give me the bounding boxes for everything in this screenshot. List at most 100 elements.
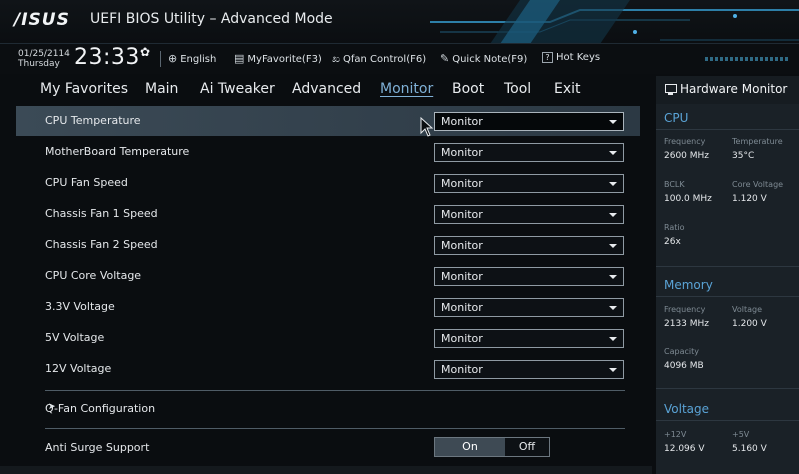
dropdown-value: Monitor bbox=[441, 270, 483, 283]
monitor-dropdown[interactable]: Monitor bbox=[434, 143, 624, 162]
setting-row-5v-voltage[interactable]: 5V Voltage Monitor bbox=[16, 323, 640, 353]
chevron-down-icon bbox=[609, 151, 617, 155]
hw-monitor-title: Hardware Monitor bbox=[680, 82, 788, 96]
memory-section-title: Memory bbox=[664, 278, 713, 292]
language-button[interactable]: ⊕ English bbox=[168, 52, 216, 65]
cpu-frequency-value: 2600 MHz bbox=[664, 151, 710, 161]
monitor-dropdown[interactable]: Monitor bbox=[434, 329, 624, 348]
chevron-down-icon bbox=[609, 337, 617, 341]
setting-label: Chassis Fan 1 Speed bbox=[45, 207, 158, 220]
myfavorite-label: MyFavorite(F3) bbox=[247, 54, 322, 65]
tab-advanced[interactable]: Advanced bbox=[292, 81, 361, 97]
hot-keys-button[interactable]: ? Hot Keys bbox=[542, 52, 600, 63]
setting-label: CPU Temperature bbox=[45, 114, 141, 127]
title-bar: /ISUS UEFI BIOS Utility – Advanced Mode bbox=[0, 0, 799, 44]
core-voltage-value: 1.120 V bbox=[732, 194, 767, 204]
dropdown-value: Monitor bbox=[441, 332, 483, 345]
cpu-temperature-label: Temperature bbox=[732, 137, 783, 146]
section-divider bbox=[656, 420, 799, 421]
setting-label: CPU Fan Speed bbox=[45, 176, 128, 189]
memory-capacity-label: Capacity bbox=[664, 347, 699, 356]
monitor-icon bbox=[665, 84, 677, 95]
dropdown-value: Monitor bbox=[441, 177, 483, 190]
setting-label: CPU Core Voltage bbox=[45, 269, 142, 282]
monitor-dropdown[interactable]: Monitor bbox=[434, 236, 624, 255]
dot-decoration bbox=[705, 57, 789, 61]
chevron-down-icon bbox=[609, 120, 617, 124]
monitor-settings-list: CPU Temperature Monitor MotherBoard Temp… bbox=[0, 104, 652, 474]
monitor-dropdown[interactable]: Monitor bbox=[434, 298, 624, 317]
monitor-dropdown[interactable]: Monitor bbox=[434, 112, 624, 131]
date-text: 01/25/2114 bbox=[18, 49, 70, 59]
divider bbox=[45, 390, 625, 391]
qfan-config-label: Q-Fan Configuration bbox=[45, 402, 156, 415]
cpu-frequency-label: Frequency bbox=[664, 137, 706, 146]
section-divider bbox=[656, 266, 799, 267]
qfan-control-button[interactable]: ಖ Qfan Control(F6) bbox=[332, 52, 426, 66]
core-voltage-label: Core Voltage bbox=[732, 180, 784, 189]
ratio-label: Ratio bbox=[664, 223, 685, 232]
memory-frequency-value: 2133 MHz bbox=[664, 319, 710, 329]
5v-value: 5.160 V bbox=[732, 444, 767, 454]
hw-monitor-header: Hardware Monitor bbox=[656, 76, 799, 104]
tab-exit[interactable]: Exit bbox=[554, 81, 581, 97]
setting-label: 12V Voltage bbox=[45, 362, 112, 375]
hardware-monitor-panel: Hardware Monitor CPU Frequency 2600 MHz … bbox=[656, 76, 799, 474]
qfan-configuration-link[interactable]: ➤ Q-Fan Configuration bbox=[16, 394, 640, 424]
section-divider bbox=[656, 296, 799, 297]
tab-tool[interactable]: Tool bbox=[504, 81, 531, 97]
section-divider bbox=[656, 129, 799, 130]
memory-voltage-label: Voltage bbox=[732, 305, 763, 314]
setting-row-12v-voltage[interactable]: 12V Voltage Monitor bbox=[16, 354, 640, 384]
quicknote-label: Quick Note(F9) bbox=[452, 54, 528, 65]
chevron-down-icon bbox=[609, 275, 617, 279]
monitor-dropdown[interactable]: Monitor bbox=[434, 205, 624, 224]
setting-row-cpu-fan-speed[interactable]: CPU Fan Speed Monitor bbox=[16, 168, 640, 198]
setting-row-motherboard-temperature[interactable]: MotherBoard Temperature Monitor bbox=[16, 137, 640, 167]
note-icon: ✎ bbox=[440, 52, 450, 65]
toggle-off-option[interactable]: Off bbox=[505, 438, 549, 456]
tab-monitor[interactable]: Monitor bbox=[380, 81, 433, 97]
hotkeys-label: Hot Keys bbox=[556, 52, 601, 63]
dropdown-value: Monitor bbox=[441, 239, 483, 252]
memory-voltage-value: 1.200 V bbox=[732, 319, 767, 329]
monitor-dropdown[interactable]: Monitor bbox=[434, 267, 624, 286]
voltage-section-title: Voltage bbox=[664, 402, 710, 416]
language-label: English bbox=[180, 54, 217, 65]
gear-icon[interactable]: ✿ bbox=[140, 45, 150, 59]
date-display: 01/25/2114 Thursday bbox=[18, 49, 70, 69]
setting-row-chassis-fan-2-speed[interactable]: Chassis Fan 2 Speed Monitor bbox=[16, 230, 640, 260]
myfavorite-button[interactable]: ▤ MyFavorite(F3) bbox=[234, 52, 322, 65]
tab-main[interactable]: Main bbox=[145, 81, 178, 97]
anti-surge-toggle[interactable]: On Off bbox=[434, 437, 550, 457]
12v-value: 12.096 V bbox=[664, 444, 705, 454]
setting-label: 5V Voltage bbox=[45, 331, 105, 344]
menu-bar: My Favorites Main Ai Tweaker Advanced Mo… bbox=[0, 76, 652, 104]
bottom-edge bbox=[0, 466, 652, 474]
12v-label: +12V bbox=[664, 430, 687, 439]
tab-ai-tweaker[interactable]: Ai Tweaker bbox=[200, 81, 275, 97]
setting-row-chassis-fan-1-speed[interactable]: Chassis Fan 1 Speed Monitor bbox=[16, 199, 640, 229]
clock-time[interactable]: 23:33 bbox=[74, 45, 140, 70]
monitor-dropdown[interactable]: Monitor bbox=[434, 174, 624, 193]
fan-icon: ಖ bbox=[332, 52, 341, 65]
tab-boot[interactable]: Boot bbox=[452, 81, 484, 97]
quick-note-button[interactable]: ✎ Quick Note(F9) bbox=[440, 52, 527, 65]
setting-label: Chassis Fan 2 Speed bbox=[45, 238, 158, 251]
5v-label: +5V bbox=[732, 430, 750, 439]
bclk-label: BCLK bbox=[664, 180, 685, 189]
list-icon: ▤ bbox=[234, 52, 245, 65]
setting-label: Anti Surge Support bbox=[45, 441, 150, 454]
dropdown-value: Monitor bbox=[441, 146, 483, 159]
monitor-dropdown[interactable]: Monitor bbox=[434, 360, 624, 379]
tab-my-favorites[interactable]: My Favorites bbox=[40, 81, 128, 97]
title-decoration bbox=[430, 0, 799, 43]
setting-row-3-3v-voltage[interactable]: 3.3V Voltage Monitor bbox=[16, 292, 640, 322]
setting-label: MotherBoard Temperature bbox=[45, 145, 190, 158]
toggle-on-option[interactable]: On bbox=[435, 438, 505, 456]
setting-row-cpu-core-voltage[interactable]: CPU Core Voltage Monitor bbox=[16, 261, 640, 291]
setting-row-cpu-temperature[interactable]: CPU Temperature Monitor bbox=[16, 106, 640, 136]
mouse-cursor-icon bbox=[420, 117, 434, 137]
memory-capacity-value: 4096 MB bbox=[664, 361, 704, 371]
chevron-down-icon bbox=[609, 244, 617, 248]
